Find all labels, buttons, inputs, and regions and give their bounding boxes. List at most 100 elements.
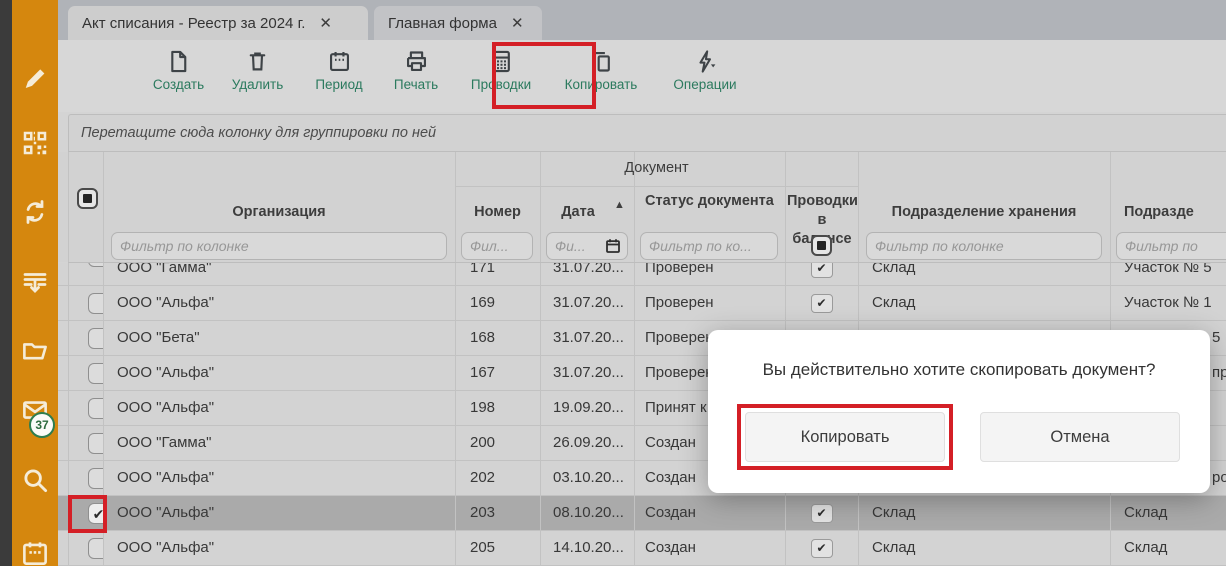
toolbar-button-label: Удалить <box>232 77 284 92</box>
cell-status: Создан <box>634 496 785 530</box>
balance-check: ✔ <box>811 504 833 523</box>
cell-number: 202 <box>455 461 540 495</box>
cell-storage: Склад <box>858 531 1110 565</box>
check-icon: ✔ <box>816 542 826 554</box>
tab-main-form[interactable]: Главная форма ✕ <box>374 6 542 40</box>
dialog-copy-button[interactable]: Копировать <box>745 412 945 462</box>
cell-status: Создан <box>634 531 785 565</box>
cell-storage: Склад <box>858 286 1110 320</box>
pencil-icon[interactable] <box>20 62 50 92</box>
qr-code-icon[interactable] <box>20 128 50 158</box>
table-header: Документ Организация Номер Дата ▲ Статус… <box>58 152 1226 262</box>
balance-check: ✔ <box>811 294 833 313</box>
delete-button[interactable]: Удалить <box>230 48 285 92</box>
row-checkbox[interactable]: ✔ <box>88 538 103 559</box>
column-header-number[interactable]: Номер <box>455 204 540 220</box>
create-button[interactable]: Создать <box>151 48 206 92</box>
sort-ascending-icon: ▲ <box>614 199 625 211</box>
cell-storage: Склад <box>858 263 1110 285</box>
cell-date: 31.07.20... <box>540 321 634 355</box>
cell-date: 08.10.20... <box>540 496 634 530</box>
check-icon: ✔ <box>816 263 826 274</box>
column-header-storage[interactable]: Подразделение хранения <box>858 204 1110 220</box>
calendar-icon[interactable] <box>20 538 50 566</box>
close-icon[interactable]: ✕ <box>511 14 524 32</box>
dialog-message: Вы действительно хотите скопировать доку… <box>708 360 1210 380</box>
cell-organization: ООО "Альфа" <box>103 531 455 565</box>
tab-bar: Акт списания - Реестр за 2024 г. ✕ Главн… <box>58 0 1226 40</box>
calculator-icon <box>488 48 515 75</box>
copy-button[interactable]: Копировать <box>561 48 641 92</box>
close-icon[interactable]: ✕ <box>319 14 332 32</box>
column-header-status[interactable]: Статус документа <box>645 192 785 211</box>
balance-check: ✔ <box>811 263 833 278</box>
toolbar-button-label: Печать <box>394 77 438 92</box>
table-row[interactable]: ✔ ООО "Альфа" 169 31.07.20... Проверен ✔… <box>58 286 1226 321</box>
cell-date: 03.10.20... <box>540 461 634 495</box>
trash-icon <box>244 48 271 75</box>
column-header-date[interactable]: Дата <box>540 204 616 220</box>
period-button[interactable]: Период <box>313 48 365 92</box>
dialog-cancel-button[interactable]: Отмена <box>980 412 1180 462</box>
cell-organization: ООО "Бета" <box>103 321 455 355</box>
cell-organization: ООО "Альфа" <box>103 461 455 495</box>
toolbar-button-label: Копировать <box>565 77 638 92</box>
cell-number: 205 <box>455 531 540 565</box>
filter-storage[interactable] <box>866 232 1102 260</box>
list-download-icon[interactable] <box>20 267 50 297</box>
cell-department: Участок № 5 <box>1110 263 1226 285</box>
filter-status[interactable] <box>640 232 778 260</box>
mail-badge: 37 <box>29 412 55 438</box>
new-document-icon <box>165 48 192 75</box>
cell-organization: ООО "Альфа" <box>103 356 455 390</box>
row-checkbox[interactable]: ✔ <box>88 398 103 419</box>
tab-act-registry[interactable]: Акт списания - Реестр за 2024 г. ✕ <box>68 6 368 40</box>
window-edge-strip <box>0 0 12 566</box>
search-icon[interactable] <box>20 465 50 495</box>
cell-storage: Склад <box>858 496 1110 530</box>
folder-icon[interactable] <box>20 335 50 365</box>
row-checkbox[interactable]: ✔ <box>88 263 103 267</box>
row-checkbox[interactable]: ✔ <box>88 363 103 384</box>
sidebar <box>12 0 58 566</box>
check-icon: ✔ <box>93 507 103 521</box>
calendar-icon[interactable] <box>604 237 622 260</box>
filter-department[interactable] <box>1116 232 1226 260</box>
row-checkbox[interactable]: ✔ <box>88 468 103 489</box>
check-icon: ✔ <box>816 507 826 519</box>
cell-number: 203 <box>455 496 540 530</box>
cell-organization: ООО "Гамма" <box>103 263 455 285</box>
cell-organization: ООО "Гамма" <box>103 426 455 460</box>
filter-balance-checkbox[interactable] <box>811 235 832 256</box>
cell-organization: ООО "Альфа" <box>103 496 455 530</box>
toolbar-button-label: Период <box>315 77 362 92</box>
filter-number[interactable] <box>461 232 533 260</box>
table-row[interactable]: ✔ ООО "Альфа" 203 08.10.20... Создан ✔ С… <box>58 496 1226 531</box>
table-row[interactable]: ✔ ООО "Альфа" 205 14.10.20... Создан ✔ С… <box>58 531 1226 566</box>
cell-organization: ООО "Альфа" <box>103 286 455 320</box>
row-checkbox[interactable]: ✔ <box>88 503 103 524</box>
cell-number: 167 <box>455 356 540 390</box>
column-header-department[interactable]: Подразде <box>1110 204 1226 220</box>
row-checkbox[interactable]: ✔ <box>88 293 103 314</box>
row-checkbox[interactable]: ✔ <box>88 328 103 349</box>
toolbar-button-label: Операции <box>673 77 736 92</box>
cell-date: 31.07.20... <box>540 286 634 320</box>
group-by-dropzone[interactable]: Перетащите сюда колонку для группировки … <box>68 114 1226 152</box>
toolbar-button-label: Создать <box>153 77 204 92</box>
toolbar-button-label: Проводки <box>471 77 531 92</box>
operations-button[interactable]: Операции <box>671 48 739 92</box>
cell-organization: ООО "Альфа" <box>103 391 455 425</box>
postings-button[interactable]: Проводки <box>469 48 533 92</box>
copy-icon <box>588 48 615 75</box>
filter-organization[interactable] <box>111 232 447 260</box>
print-button[interactable]: Печать <box>390 48 442 92</box>
table-row[interactable]: ✔ ООО "Гамма" 171 31.07.20... Проверен ✔… <box>58 263 1226 286</box>
row-checkbox[interactable]: ✔ <box>88 433 103 454</box>
calendar-icon <box>326 48 353 75</box>
cell-number: 171 <box>455 263 540 285</box>
column-header-organization[interactable]: Организация <box>103 204 455 220</box>
sync-icon[interactable] <box>20 197 50 227</box>
cell-number: 168 <box>455 321 540 355</box>
select-all-checkbox[interactable] <box>77 188 98 209</box>
